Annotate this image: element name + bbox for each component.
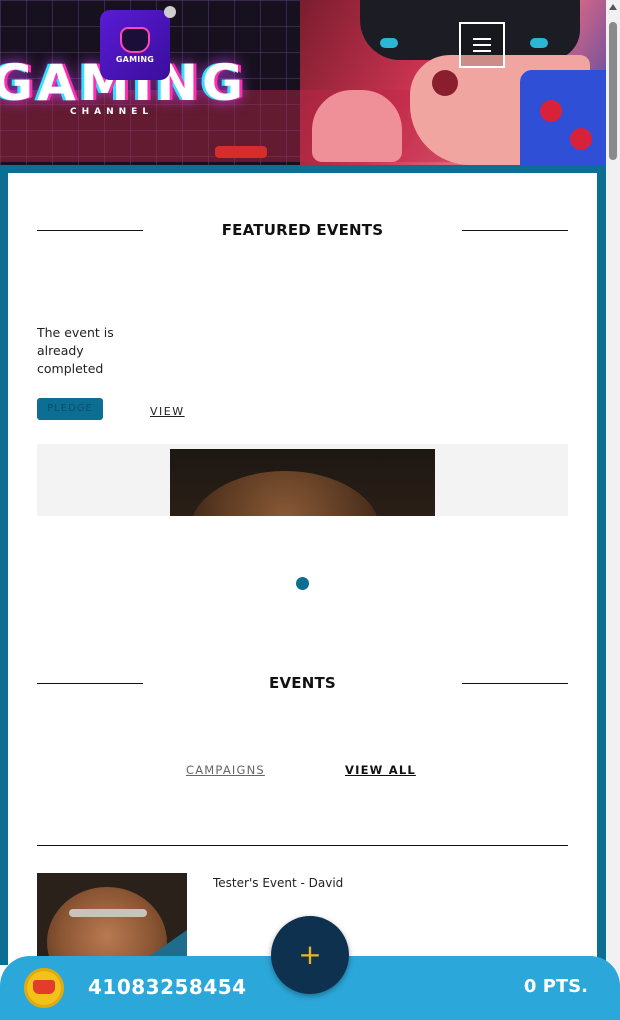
- hamburger-icon: [473, 44, 491, 46]
- scroll-up-arrow-icon[interactable]: [609, 4, 617, 10]
- portrait-graphic: [190, 471, 380, 516]
- coin-avatar-icon[interactable]: [24, 968, 64, 1008]
- chair-graphic: [215, 146, 267, 158]
- thumbnail-corner-graphic: [147, 930, 187, 958]
- character-mouth-graphic: [432, 70, 458, 96]
- coin-emblem-icon: [33, 980, 55, 994]
- character-hand-graphic: [312, 90, 402, 162]
- carousel-indicator-dot[interactable]: [296, 577, 309, 590]
- heading-divider: [462, 230, 568, 231]
- menu-button[interactable]: [459, 22, 505, 68]
- header-banner: GAMING CHANNEL GAMING: [0, 0, 606, 165]
- hamburger-icon: [473, 38, 491, 40]
- event-title[interactable]: Tester's Event - David: [213, 876, 343, 890]
- plus-icon: +: [298, 938, 322, 971]
- scrollbar-thumb[interactable]: [609, 22, 617, 160]
- hamburger-icon: [473, 50, 491, 52]
- event-thumbnail[interactable]: [37, 873, 187, 958]
- list-divider: [37, 845, 568, 846]
- banner-subtitle: CHANNEL: [70, 107, 154, 117]
- heading-divider: [462, 683, 568, 684]
- channel-logo[interactable]: GAMING: [100, 10, 170, 80]
- ninja-mask-icon: [120, 26, 150, 53]
- status-dot: [164, 6, 176, 18]
- add-button[interactable]: +: [271, 916, 349, 994]
- controller-graphic: [520, 70, 606, 165]
- points-balance: 0 PTS.: [523, 976, 588, 997]
- tab-view-all[interactable]: VIEW ALL: [345, 763, 416, 777]
- user-id: 41083258454: [88, 975, 247, 999]
- tab-campaigns[interactable]: CAMPAIGNS: [186, 763, 265, 777]
- content-card: [8, 173, 597, 973]
- vr-lens: [530, 38, 548, 48]
- event-status-text: The event is already completed: [37, 325, 114, 376]
- featured-event-image[interactable]: [170, 449, 435, 516]
- scrollbar[interactable]: [606, 0, 620, 1020]
- logo-text: GAMING: [115, 54, 155, 64]
- controller-button-graphic: [540, 100, 562, 122]
- events-header: EVENTS: [37, 673, 568, 693]
- controller-button-graphic: [570, 128, 592, 150]
- featured-events-header: FEATURED EVENTS: [37, 220, 568, 240]
- view-link[interactable]: VIEW: [150, 405, 185, 418]
- headband-graphic: [69, 909, 147, 917]
- pledge-button[interactable]: PLEDGE: [37, 398, 103, 420]
- vr-lens: [380, 38, 398, 48]
